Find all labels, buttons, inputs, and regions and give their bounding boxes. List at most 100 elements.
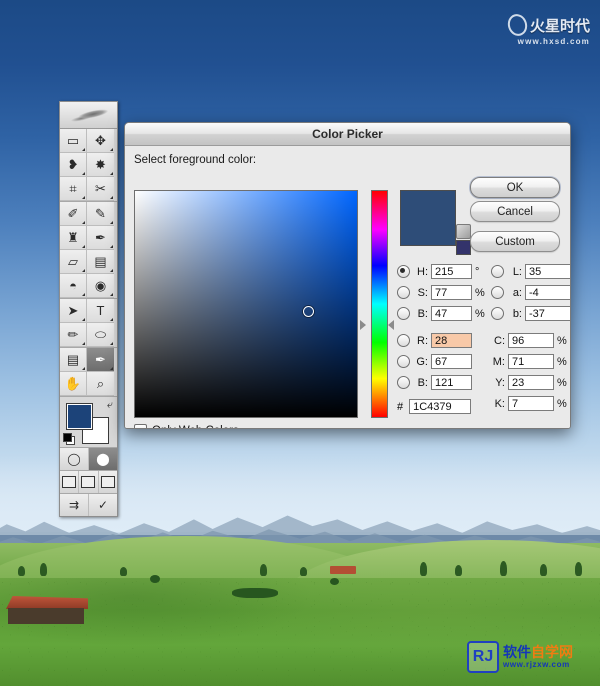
radio-s[interactable] — [397, 286, 410, 299]
dialog-title: Color Picker — [312, 127, 383, 141]
field-row-g[interactable]: G: 67 — [397, 351, 472, 372]
brush-tool[interactable]: ✎ — [87, 202, 114, 226]
lasso-tool[interactable]: ❥ — [60, 153, 87, 177]
input-l[interactable]: 35 — [525, 264, 570, 279]
hue-slider-arrow-left[interactable] — [360, 319, 366, 330]
input-a[interactable]: -4 — [525, 285, 570, 300]
field-row-b-brightness[interactable]: B: 47 % — [397, 303, 486, 324]
field-row-b-lab[interactable]: b: -37 — [491, 303, 570, 324]
jump-buttons: ⇉ ✓ — [60, 493, 117, 516]
out-of-gamut-warning-icon[interactable] — [456, 224, 471, 239]
move-tool-icon: ✥ — [95, 133, 106, 148]
hsb-fields: H: 215 ° S: 77 % B: 47 % — [397, 261, 486, 324]
full-screen-mode-button[interactable] — [98, 471, 117, 493]
jump-to-imageready-button[interactable]: ⇉ — [60, 494, 89, 516]
history-brush-tool[interactable]: ✒ — [87, 226, 114, 250]
field-row-l[interactable]: L: 35 — [491, 261, 570, 282]
quickmask-modes: ◯ ⬤ — [60, 447, 117, 470]
default-colors-icon[interactable] — [63, 433, 75, 445]
radio-r[interactable] — [397, 334, 410, 347]
zoom-tool[interactable]: ⌕ — [87, 372, 114, 396]
dialog-titlebar[interactable]: Color Picker — [125, 123, 570, 146]
toolbox-drag-handle[interactable] — [60, 102, 117, 129]
hex-input[interactable]: 1C4379 — [409, 399, 472, 414]
websafe-color-swatch[interactable] — [456, 240, 471, 255]
hxsd-swoosh-icon — [505, 11, 530, 39]
slice-tool[interactable]: ✂ — [87, 177, 114, 201]
input-s[interactable]: 77 — [431, 285, 472, 300]
input-b-brightness[interactable]: 47 — [431, 306, 472, 321]
input-k[interactable]: 7 — [508, 396, 554, 411]
radio-h[interactable] — [397, 265, 410, 278]
foreground-color-swatch[interactable] — [66, 403, 93, 430]
path-selection-tool[interactable]: ➤ — [60, 299, 87, 323]
custom-button[interactable]: Custom — [470, 231, 560, 252]
radio-a[interactable] — [491, 286, 504, 299]
cancel-button[interactable]: Cancel — [470, 201, 560, 222]
input-b-lab[interactable]: -37 — [525, 306, 570, 321]
hand-tool[interactable]: ✋ — [60, 372, 87, 396]
hand-tool-icon: ✋ — [64, 376, 82, 391]
input-c[interactable]: 96 — [508, 333, 554, 348]
pen-tool[interactable]: ✏ — [60, 323, 87, 347]
type-tool[interactable]: T — [87, 299, 114, 323]
input-y[interactable]: 23 — [508, 375, 554, 390]
photoshop-toolbox[interactable]: ▭ ✥ ❥ ✸ ⌗ ✂ ✐ ✎ ♜ ✒ ▱ ▤ ◓ ◉ ➤ T ✏ ⬭ ▤ ✒ … — [59, 101, 118, 517]
hex-field-row[interactable]: # 1C4379 — [397, 399, 472, 414]
checkbox-box[interactable] — [134, 424, 147, 428]
healing-brush-tool[interactable]: ✐ — [60, 202, 87, 226]
field-row-h[interactable]: H: 215 ° — [397, 261, 486, 282]
field-row-c[interactable]: C: 96 % — [491, 330, 568, 351]
eyedropper-tool[interactable]: ✒ — [87, 348, 114, 372]
rectangular-marquee-tool[interactable]: ▭ — [60, 129, 87, 153]
radio-b-blue[interactable] — [397, 376, 410, 389]
clone-stamp-tool[interactable]: ♜ — [60, 226, 87, 250]
input-g[interactable]: 67 — [431, 354, 472, 369]
move-tool[interactable]: ✥ — [87, 129, 114, 153]
magic-wand-tool[interactable]: ✸ — [87, 153, 114, 177]
radio-b-lab[interactable] — [491, 307, 504, 320]
field-row-y[interactable]: Y: 23 % — [491, 372, 568, 393]
hue-spectrum[interactable] — [371, 190, 388, 418]
field-row-m[interactable]: M: 71 % — [491, 351, 568, 372]
field-row-a[interactable]: a: -4 — [491, 282, 570, 303]
radio-l[interactable] — [491, 265, 504, 278]
input-b-blue[interactable]: 121 — [431, 375, 472, 390]
color-picker-dialog[interactable]: Color Picker Select foreground color: OK… — [124, 122, 571, 429]
standard-screen-mode-button[interactable] — [60, 471, 80, 493]
color-field-marker[interactable] — [303, 305, 315, 317]
field-row-s[interactable]: S: 77 % — [397, 282, 486, 303]
blur-tool[interactable]: ◓ — [60, 274, 87, 298]
gradient-tool[interactable]: ▤ — [87, 250, 114, 274]
field-row-b-blue[interactable]: B: 121 — [397, 372, 472, 393]
dodge-tool[interactable]: ◉ — [87, 274, 114, 298]
crop-tool[interactable]: ⌗ — [60, 177, 87, 201]
hue-slider-arrow-right[interactable] — [388, 319, 394, 330]
unit-m: % — [557, 355, 567, 368]
full-screen-menubar-button[interactable] — [79, 471, 99, 493]
saturation-brightness-field[interactable] — [134, 190, 358, 418]
unit-s: % — [475, 286, 485, 299]
input-m[interactable]: 71 — [508, 354, 554, 369]
cmyk-fields: C: 96 % M: 71 % Y: 23 % K: 7 % — [491, 330, 568, 414]
hue-slider[interactable] — [360, 187, 394, 419]
ok-button[interactable]: OK — [470, 177, 560, 198]
color-swatches-area[interactable]: ⤶ — [60, 397, 117, 447]
standard-mode-button[interactable]: ◯ — [60, 448, 89, 470]
tool-group-retouch: ✐ ✎ ♜ ✒ ▱ ▤ ◓ ◉ — [60, 202, 117, 299]
confirm-button[interactable]: ✓ — [89, 494, 117, 516]
eraser-tool[interactable]: ▱ — [60, 250, 87, 274]
input-h[interactable]: 215 — [431, 264, 472, 279]
quick-mask-mode-button[interactable]: ⬤ — [89, 448, 117, 470]
field-row-r[interactable]: R: 28 — [397, 330, 472, 351]
notes-tool[interactable]: ▤ — [60, 348, 87, 372]
bush — [330, 578, 339, 585]
radio-b-brightness[interactable] — [397, 307, 410, 320]
shape-tool[interactable]: ⬭ — [87, 323, 114, 347]
input-r[interactable]: 28 — [431, 333, 472, 348]
field-row-k[interactable]: K: 7 % — [491, 393, 568, 414]
lasso-tool-icon: ❥ — [67, 157, 79, 172]
only-web-colors-checkbox[interactable]: Only Web Colors — [134, 424, 239, 428]
radio-g[interactable] — [397, 355, 410, 368]
swap-colors-icon[interactable]: ⤶ — [107, 399, 113, 412]
